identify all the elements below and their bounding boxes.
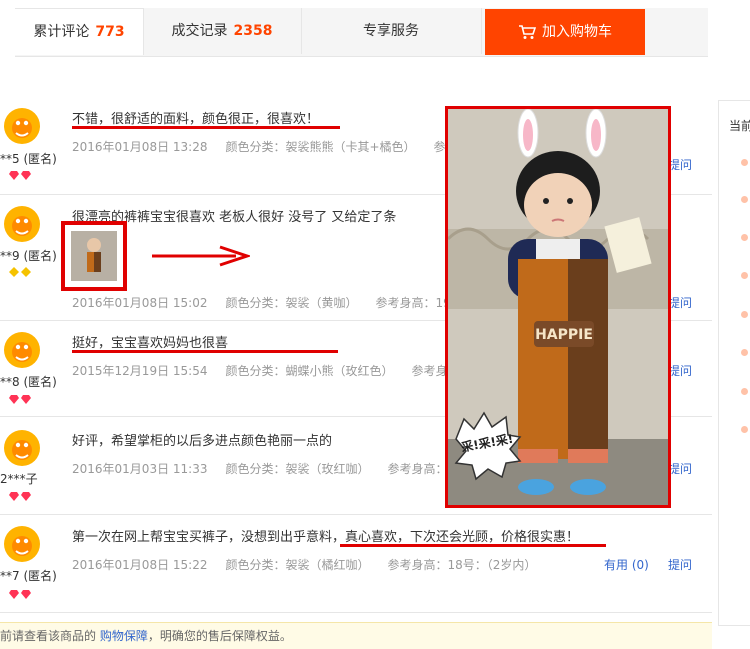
avatar bbox=[4, 206, 40, 242]
review-meta: 2015年12月19日 15:54 颜色分类：蝴蝶小熊（玫红色） 参考身高 bbox=[72, 362, 460, 379]
highlight-underline bbox=[340, 544, 606, 547]
sidebar-dot[interactable] bbox=[741, 311, 748, 318]
ask-button[interactable]: 提问 bbox=[668, 156, 692, 173]
useful-button[interactable]: 有用 (0) bbox=[604, 556, 649, 573]
add-to-cart-button[interactable]: 加入购物车 bbox=[485, 9, 645, 55]
notice-text-before: 前请查看该商品的 bbox=[0, 629, 100, 643]
transaction-count: 2358 bbox=[233, 23, 273, 39]
shirt-text: HAPPIE bbox=[535, 327, 593, 343]
tab-reviews-label: 累计评论 bbox=[33, 24, 90, 40]
review-photo-thumbnail[interactable] bbox=[61, 221, 127, 291]
sku-info: 颜色分类：袈裟（黄咖） bbox=[225, 296, 358, 310]
buyer-credit-icon bbox=[9, 171, 31, 180]
enlarged-review-photo[interactable]: HAPPIE 采!采!采! bbox=[445, 106, 671, 508]
tab-transactions[interactable]: 成交记录 2358 bbox=[143, 8, 302, 54]
ask-button[interactable]: 提问 bbox=[668, 460, 692, 477]
avatar bbox=[4, 430, 40, 466]
review-count: 773 bbox=[95, 24, 125, 40]
sidebar-dot[interactable] bbox=[741, 388, 748, 395]
sku-info: 颜色分类：袈裟熊熊（卡其+橘色） bbox=[225, 140, 416, 154]
review-meta: 2016年01月08日 13:28颜色分类：袈裟熊熊（卡其+橘色）参考身 bbox=[72, 138, 470, 155]
review-date: 2016年01月08日 13:28 bbox=[72, 140, 208, 154]
review-meta: 2016年01月03日 11:33 颜色分类：袈裟（玫红咖） 参考身高： bbox=[72, 460, 448, 477]
review-meta: 2016年01月08日 15:22 颜色分类：袈裟（橘红咖） 参考身高：18号：（2… bbox=[72, 556, 536, 573]
buyer-credit-icon bbox=[9, 590, 31, 599]
avatar bbox=[4, 526, 40, 562]
review-date: 2016年01月03日 11:33 bbox=[72, 462, 208, 476]
highlight-underline bbox=[72, 350, 338, 353]
username: **9 (匿名) bbox=[0, 249, 57, 263]
notice-text-after: ，明确您的售后保障权益。 bbox=[147, 629, 292, 643]
arrow-icon bbox=[152, 245, 250, 267]
avatar bbox=[4, 332, 40, 368]
review-meta: 2016年01月08日 15:02 颜色分类：袈裟（黄咖） 参考身高：19号 bbox=[72, 294, 463, 311]
sidebar-label: 当前 bbox=[729, 119, 750, 133]
right-sidebar: 当前 bbox=[718, 100, 750, 626]
review-content: 挺好，宝宝喜欢妈妈也很喜 bbox=[72, 336, 229, 351]
username: **7 (匿名) bbox=[0, 569, 57, 583]
tab-transactions-label: 成交记录 bbox=[171, 23, 228, 39]
buyer-credit-icon bbox=[9, 395, 31, 404]
highlight-underline bbox=[72, 126, 340, 129]
sidebar-dot[interactable] bbox=[741, 426, 748, 433]
tab-services-label: 专享服务 bbox=[363, 23, 419, 39]
avatar bbox=[4, 108, 40, 144]
sku-info: 颜色分类：袈裟（橘红咖） bbox=[225, 558, 370, 572]
sidebar-dot[interactable] bbox=[741, 272, 748, 279]
ask-button[interactable]: 提问 bbox=[668, 556, 692, 573]
sku-info: 颜色分类：袈裟（玫红咖） bbox=[225, 462, 370, 476]
review-content: 不错，很舒适的面料，颜色很正，很喜欢！ bbox=[72, 112, 320, 127]
sidebar-dot[interactable] bbox=[741, 234, 748, 241]
username: 2***子 bbox=[0, 472, 38, 486]
review-date: 2016年01月08日 15:22 bbox=[72, 558, 208, 572]
username: **5 (匿名) bbox=[0, 152, 57, 166]
buyer-credit-icon bbox=[9, 267, 31, 277]
baby-photo-image: HAPPIE 采!采!采! bbox=[448, 109, 668, 505]
sku-info: 颜色分类：蝴蝶小熊（玫红色） bbox=[225, 364, 394, 378]
review-item: **7 (匿名) 第一次在网上帮宝宝买裤子，没想到出乎意料，真心喜欢，下次还会光… bbox=[0, 514, 712, 613]
sidebar-dot[interactable] bbox=[741, 196, 748, 203]
guarantee-notice: 前请查看该商品的 购物保障，明确您的售后保障权益。 bbox=[0, 622, 712, 649]
height-info: 参考身高：18号：（2岁内） bbox=[387, 558, 537, 572]
review-date: 2016年01月08日 15:02 bbox=[72, 296, 208, 310]
review-date: 2015年12月19日 15:54 bbox=[72, 364, 208, 378]
height-info: 参考身高： bbox=[387, 462, 448, 476]
tab-reviews[interactable]: 累计评论 773 bbox=[15, 8, 144, 55]
baby-thumbnail-image bbox=[71, 231, 117, 281]
ask-button[interactable]: 提问 bbox=[668, 362, 692, 379]
sidebar-dot[interactable] bbox=[741, 159, 748, 166]
cart-icon bbox=[519, 25, 537, 39]
buyer-credit-icon bbox=[9, 492, 31, 501]
add-to-cart-label: 加入购物车 bbox=[542, 24, 612, 40]
username: **8 (匿名) bbox=[0, 375, 57, 389]
ask-button[interactable]: 提问 bbox=[668, 294, 692, 311]
review-content: 好评，希望掌柜的以后多进点颜色艳丽一点的 bbox=[72, 434, 333, 449]
purchase-protection-link[interactable]: 购物保障 bbox=[100, 629, 148, 643]
review-content: 第一次在网上帮宝宝买裤子，没想到出乎意料，真心喜欢，下次还会光顾，价格很实惠！ bbox=[72, 530, 580, 545]
sidebar-dot[interactable] bbox=[741, 349, 748, 356]
tab-services[interactable]: 专享服务 bbox=[301, 8, 482, 54]
